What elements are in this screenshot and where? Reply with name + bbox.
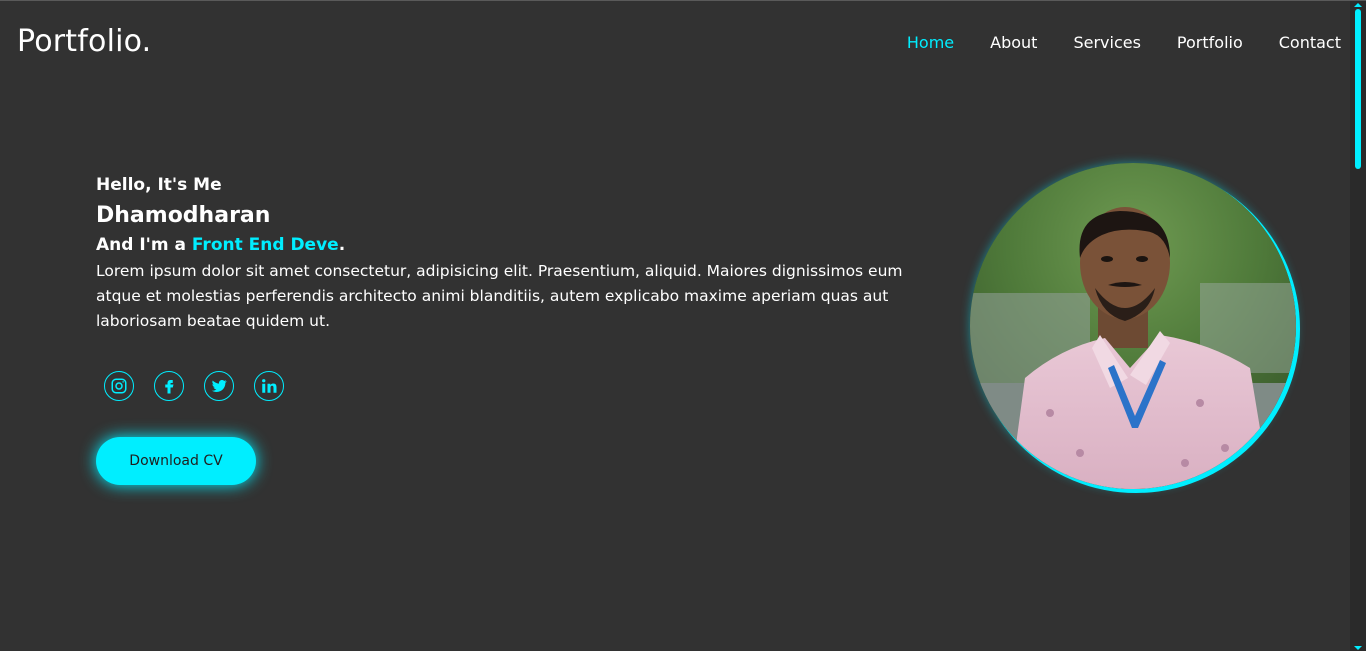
page: Portfolio. Home About Services Portfolio… [0,0,1366,651]
linkedin-link[interactable] [254,371,284,401]
hero-name: Dhamodharan [96,203,271,228]
greeting: Hello, It's Me [96,175,222,195]
role-prefix: And I'm a [96,235,192,255]
social-links [104,371,304,401]
role-highlight: Front End Deve [191,235,339,255]
scrollbar[interactable] [1350,1,1366,651]
header: Portfolio. Home About Services Portfolio… [0,1,1350,85]
instagram-icon [111,378,127,394]
nav-home[interactable]: Home [907,33,954,52]
scroll-down-icon[interactable] [1354,646,1362,650]
nav-about[interactable]: About [990,33,1037,52]
nav-contact[interactable]: Contact [1279,33,1341,52]
profile-photo [970,163,1296,489]
role-suffix: . [338,235,346,255]
logo[interactable]: Portfolio. [17,24,151,59]
facebook-link[interactable] [154,371,184,401]
nav: Home About Services Portfolio Contact [871,33,1341,52]
scroll-up-icon[interactable] [1354,3,1362,7]
nav-portfolio[interactable]: Portfolio [1177,33,1243,52]
facebook-icon [165,380,174,394]
scrollbar-thumb[interactable] [1355,9,1361,169]
hero-role: And I'm a Front End Deve. [96,233,936,257]
nav-services[interactable]: Services [1073,33,1140,52]
twitter-icon [211,379,227,392]
linkedin-icon [262,379,277,393]
download-cv-button[interactable]: Download CV [96,437,256,485]
hero-description: Lorem ipsum dolor sit amet consectetur, … [96,262,903,330]
hero-text: Hello, It's Me Dhamodharan And I'm a Fro… [96,173,936,334]
instagram-link[interactable] [104,371,134,401]
twitter-link[interactable] [204,371,234,401]
profile-photo-image [970,163,1296,489]
